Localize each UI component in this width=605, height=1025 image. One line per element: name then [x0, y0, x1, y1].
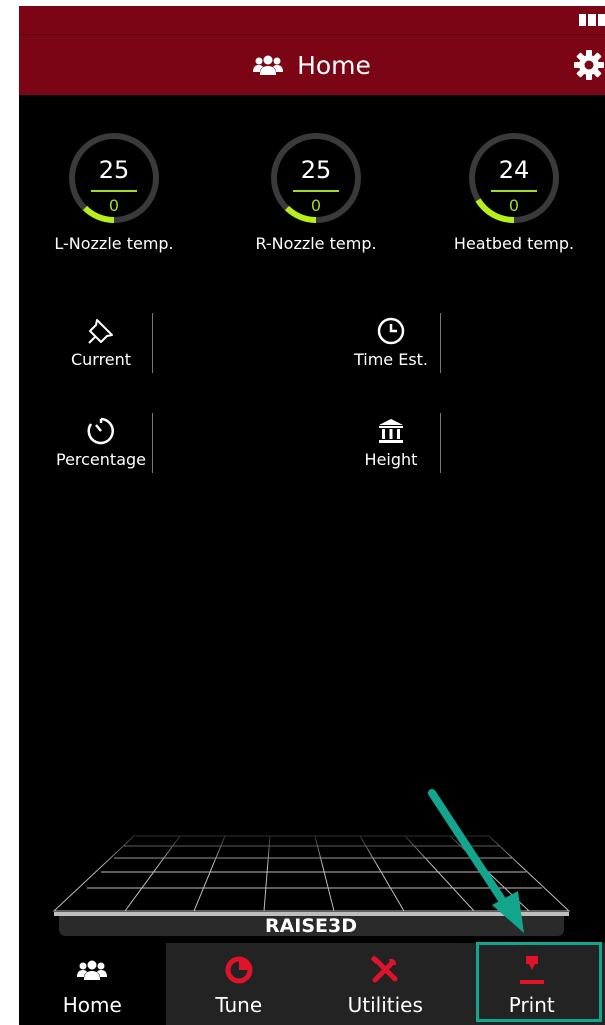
- pillar-icon: [379, 419, 403, 443]
- battery-icon: [579, 14, 605, 26]
- page-title: Home: [297, 50, 371, 80]
- target-temp: 0: [310, 196, 322, 215]
- divider: [440, 313, 441, 373]
- divider: [440, 413, 441, 473]
- target-temp: 0: [508, 196, 520, 215]
- tab-tune[interactable]: Tune: [165, 943, 312, 1025]
- info-current: Current: [41, 316, 161, 369]
- pin-icon: [88, 319, 113, 344]
- target-temp: 0: [108, 196, 120, 215]
- current-temp: 25: [300, 156, 332, 184]
- info-height: Height: [331, 416, 451, 469]
- tab-label: Tune: [215, 993, 263, 1017]
- info-label: Percentage: [55, 450, 146, 469]
- tab-print[interactable]: Print: [458, 943, 605, 1025]
- tools-icon: [371, 955, 398, 983]
- info-label: Current: [70, 350, 132, 369]
- info-label: Height: [364, 450, 418, 469]
- gauge-label: Heatbed temp.: [453, 234, 575, 253]
- users-icon: [253, 55, 284, 75]
- tab-label: Utilities: [347, 993, 423, 1017]
- clock-icon: [377, 317, 405, 345]
- print-icon: [519, 956, 544, 984]
- info-time-est: Time Est.: [331, 316, 451, 369]
- tab-utilities[interactable]: Utilities: [312, 943, 459, 1025]
- divider: [152, 313, 153, 373]
- gauge-l-nozzle[interactable]: 25 0 L-Nozzle temp.: [19, 130, 209, 253]
- tab-home[interactable]: Home: [19, 943, 166, 1025]
- timer-icon: [87, 417, 114, 445]
- current-temp: 24: [498, 156, 530, 184]
- divider: [152, 413, 153, 473]
- tab-label: Home: [62, 993, 122, 1017]
- pointer-arrow: [428, 789, 524, 933]
- gauge-label: L-Nozzle temp.: [54, 234, 174, 253]
- gauge-label: R-Nozzle temp.: [255, 234, 377, 253]
- gauge-heatbed[interactable]: 24 0 Heatbed temp.: [419, 130, 605, 253]
- brand-logo: RAISE3D: [265, 915, 357, 937]
- current-temp: 25: [98, 156, 130, 184]
- bottom-tab-bar: Home Tune Utilities Print: [19, 943, 605, 1025]
- info-percentage: Percentage: [41, 416, 161, 469]
- tab-label: Print: [508, 993, 555, 1017]
- gauge-r-nozzle[interactable]: 25 0 R-Nozzle temp.: [221, 130, 411, 253]
- pie-icon: [225, 956, 253, 984]
- gear-icon[interactable]: [573, 49, 605, 81]
- status-bar: [19, 6, 605, 34]
- header-bar: Home: [19, 34, 605, 95]
- info-label: Time Est.: [353, 350, 429, 369]
- users-icon: [77, 960, 108, 980]
